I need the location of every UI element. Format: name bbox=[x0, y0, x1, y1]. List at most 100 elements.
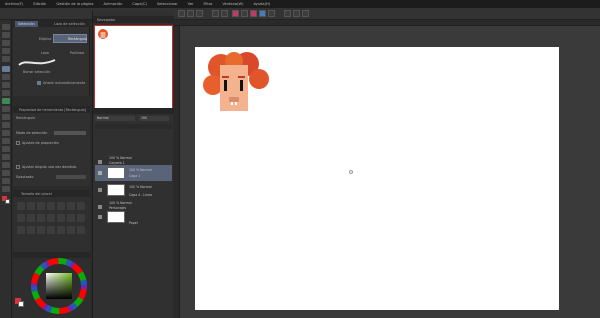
brush-size-preset[interactable] bbox=[67, 202, 75, 210]
brush-size-preset[interactable] bbox=[47, 202, 55, 210]
frame-tool-icon[interactable] bbox=[2, 162, 10, 168]
brush-size-preset[interactable] bbox=[57, 202, 65, 210]
blend-tool-icon[interactable] bbox=[2, 130, 10, 136]
blend-mode-select[interactable]: Normal bbox=[95, 116, 135, 121]
sub-color-swatch[interactable] bbox=[5, 199, 10, 204]
redo-icon[interactable] bbox=[221, 10, 228, 17]
brush-size-preset[interactable] bbox=[77, 214, 85, 222]
menu-edicion[interactable]: Edición bbox=[28, 2, 51, 6]
menu-archivo[interactable]: Archivo(F) bbox=[0, 2, 28, 6]
operation-tool-icon[interactable] bbox=[2, 40, 10, 46]
brush-size-preset[interactable] bbox=[77, 202, 85, 210]
brush-size-preset[interactable] bbox=[17, 226, 25, 234]
brush-size-preset[interactable] bbox=[77, 226, 85, 234]
subtool-item-eliptico[interactable]: Elíptico bbox=[39, 37, 51, 41]
eye-icon[interactable] bbox=[98, 215, 102, 219]
save-icon[interactable] bbox=[196, 10, 203, 17]
decoration-tool-icon[interactable] bbox=[2, 114, 10, 120]
menu-animacion[interactable]: Animación bbox=[98, 2, 127, 6]
tab-seleccion[interactable]: Selección bbox=[15, 21, 38, 27]
ruler-snap-icon[interactable] bbox=[293, 10, 300, 17]
layer-row[interactable]: 100 % Normal Capa 4 - Línea bbox=[95, 182, 172, 198]
text-tool-icon[interactable] bbox=[2, 178, 10, 184]
airbrush-tool-icon[interactable] bbox=[2, 106, 10, 112]
brush-size-preset[interactable] bbox=[67, 226, 75, 234]
deselect-icon[interactable] bbox=[250, 10, 257, 17]
navigator-preview[interactable] bbox=[94, 25, 173, 109]
move-tool-icon[interactable] bbox=[2, 32, 10, 38]
brush-size-title: Tamaño del pincel bbox=[21, 192, 52, 196]
layer-row-paper[interactable]: Papel bbox=[95, 209, 172, 225]
brush-size-preset[interactable] bbox=[17, 214, 25, 222]
canvas-paper[interactable] bbox=[195, 47, 559, 310]
ruler-tool-icon[interactable] bbox=[2, 170, 10, 176]
ajustar-angulo-row[interactable]: Ajustar ángulo una vez decidido bbox=[16, 164, 88, 170]
move-layer-tool-icon[interactable] bbox=[2, 48, 10, 54]
ajustes-proporcion-checkbox[interactable] bbox=[16, 141, 20, 145]
brush-size-preset[interactable] bbox=[57, 226, 65, 234]
eye-icon[interactable] bbox=[98, 171, 102, 175]
brush-size-preset[interactable] bbox=[47, 226, 55, 234]
pencil-tool-icon[interactable] bbox=[2, 90, 10, 96]
menu-ver[interactable]: Ver bbox=[183, 2, 199, 6]
anadir-automaticamente[interactable]: Añadir automáticamente bbox=[43, 81, 85, 85]
color-sub-swatch[interactable] bbox=[18, 301, 24, 307]
eraser-tool-icon[interactable] bbox=[2, 122, 10, 128]
brush-size-preset[interactable] bbox=[27, 214, 35, 222]
menu-seleccionar[interactable]: Seleccionar bbox=[152, 2, 183, 6]
menu-filtro[interactable]: Filtro bbox=[199, 2, 218, 6]
opacity-field[interactable]: 100 bbox=[139, 116, 169, 121]
ajustar-angulo-checkbox[interactable] bbox=[16, 165, 20, 169]
fill-tool-icon[interactable] bbox=[2, 138, 10, 144]
zoom-tool-icon[interactable] bbox=[2, 24, 10, 30]
selection-icon[interactable] bbox=[241, 10, 248, 17]
suavizado-row[interactable]: Suavizado bbox=[16, 174, 88, 180]
eye-icon[interactable] bbox=[98, 188, 102, 192]
layer-name: Papel bbox=[129, 221, 138, 225]
selection-tool-icon[interactable] bbox=[2, 66, 10, 72]
brush-size-preset[interactable] bbox=[57, 214, 65, 222]
ajustes-proporcion-row[interactable]: Ajustes de proporción bbox=[16, 140, 88, 146]
brush-tool-icon[interactable] bbox=[2, 98, 10, 104]
brush-size-preset[interactable] bbox=[17, 202, 25, 210]
grid-snap-icon[interactable] bbox=[302, 10, 309, 17]
brush-size-preset[interactable] bbox=[27, 226, 35, 234]
eyedropper-tool-icon[interactable] bbox=[2, 74, 10, 80]
snap-icon[interactable] bbox=[284, 10, 291, 17]
subtool-item-rectangulo[interactable]: Rectángulo bbox=[53, 34, 87, 43]
balloon-tool-icon[interactable] bbox=[2, 186, 10, 192]
clear-icon[interactable] bbox=[232, 10, 239, 17]
suavizado-options[interactable] bbox=[56, 175, 86, 179]
invert-icon[interactable] bbox=[259, 10, 266, 17]
subtool-item-polilinea[interactable]: Polilínea bbox=[70, 51, 84, 55]
crop-icon[interactable] bbox=[268, 10, 275, 17]
lasso-tool-icon[interactable] bbox=[2, 56, 10, 62]
brush-size-preset[interactable] bbox=[37, 202, 45, 210]
new-icon[interactable] bbox=[178, 10, 185, 17]
brush-size-preset[interactable] bbox=[37, 226, 45, 234]
brush-size-preset[interactable] bbox=[67, 214, 75, 222]
tool-property-panel: Propiedad de herramienta [Rectángulo] Re… bbox=[13, 106, 90, 186]
color-wheel[interactable] bbox=[31, 258, 87, 314]
menu-ayuda[interactable]: Ayuda(H) bbox=[248, 2, 275, 6]
subtool-item-lazo[interactable]: Lazo bbox=[41, 51, 49, 55]
tab-lazo-seleccion[interactable]: Lazo de selección bbox=[51, 21, 88, 27]
brush-size-preset[interactable] bbox=[37, 214, 45, 222]
figure-tool-icon[interactable] bbox=[2, 154, 10, 160]
undo-icon[interactable] bbox=[212, 10, 219, 17]
modo-seleccion-row[interactable]: Modo de selección bbox=[16, 130, 88, 136]
menu-ventana[interactable]: Ventana(W) bbox=[217, 2, 248, 6]
gradient-tool-icon[interactable] bbox=[2, 146, 10, 152]
pen-tool-icon[interactable] bbox=[2, 82, 10, 88]
borrar-seleccion-label[interactable]: Borrar selección bbox=[23, 70, 50, 74]
open-icon[interactable] bbox=[187, 10, 194, 17]
suavizado-label: Suavizado bbox=[16, 175, 34, 179]
menu-capa[interactable]: Capa(C) bbox=[127, 2, 152, 6]
eye-icon[interactable] bbox=[98, 160, 102, 164]
menu-gestion-pagina[interactable]: Gestión de la página bbox=[51, 2, 98, 6]
brush-size-preset[interactable] bbox=[27, 202, 35, 210]
brush-size-preset[interactable] bbox=[47, 214, 55, 222]
tool-property-title: Propiedad de herramienta [Rectángulo] bbox=[19, 108, 87, 112]
modo-seleccion-buttons[interactable] bbox=[54, 131, 86, 135]
layer-row-selected[interactable]: 100 % Normal Capa 1 bbox=[95, 165, 172, 181]
